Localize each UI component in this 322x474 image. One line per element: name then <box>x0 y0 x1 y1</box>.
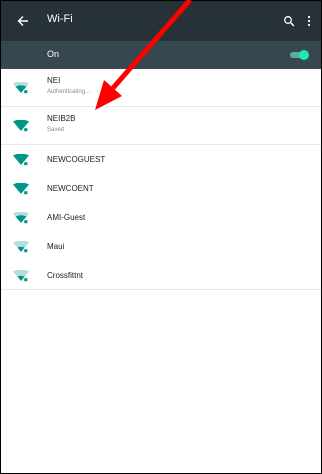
network-row-nei[interactable]: NEI Authenticating... <box>1 69 321 107</box>
more-vert-icon[interactable] <box>303 11 315 31</box>
wifi-signal-icon <box>13 183 29 195</box>
network-ssid: Crossfittnt <box>47 271 84 280</box>
wifi-signal-icon <box>13 120 29 132</box>
network-row-newcoguest[interactable]: NEWCOGUEST <box>1 145 321 174</box>
network-ssid: NEI <box>47 76 61 85</box>
wifi-on-label: On <box>47 49 60 59</box>
network-ssid: NEWCOGUEST <box>47 155 106 164</box>
wifi-signal-icon <box>13 82 29 94</box>
toggle-thumb <box>299 50 309 60</box>
back-arrow-icon[interactable] <box>13 11 33 31</box>
wifi-signal-icon <box>13 270 29 282</box>
app-bar: Wi-Fi <box>1 1 321 41</box>
divider <box>1 289 321 290</box>
wifi-toggle-switch[interactable] <box>290 50 310 60</box>
page-title: Wi-Fi <box>47 13 73 25</box>
network-ssid: AMI-Guest <box>47 213 86 222</box>
wifi-master-switch-bar[interactable]: On <box>1 41 321 69</box>
search-icon[interactable] <box>279 11 299 31</box>
network-row-neib2b[interactable]: NEIB2B Saved <box>1 107 321 145</box>
network-row-newcoent[interactable]: NEWCOENT <box>1 174 321 203</box>
wifi-signal-icon <box>13 241 29 253</box>
network-ssid: NEWCOENT <box>47 184 94 193</box>
network-status: Saved <box>47 127 65 133</box>
wifi-settings-screen: Wi-Fi On NEI Authenticating... NEIB2B Sa… <box>0 0 322 474</box>
network-row-maui[interactable]: Maui <box>1 232 321 261</box>
network-ssid: Maui <box>47 242 65 251</box>
network-row-ami-guest[interactable]: AMI-Guest <box>1 203 321 232</box>
wifi-signal-icon <box>13 154 29 166</box>
network-ssid: NEIB2B <box>47 114 76 123</box>
network-status: Authenticating... <box>47 89 91 95</box>
network-list: NEI Authenticating... NEIB2B Saved NEWCO… <box>1 69 321 290</box>
wifi-signal-icon <box>13 212 29 224</box>
network-row-crossfittnt[interactable]: Crossfittnt <box>1 261 321 290</box>
